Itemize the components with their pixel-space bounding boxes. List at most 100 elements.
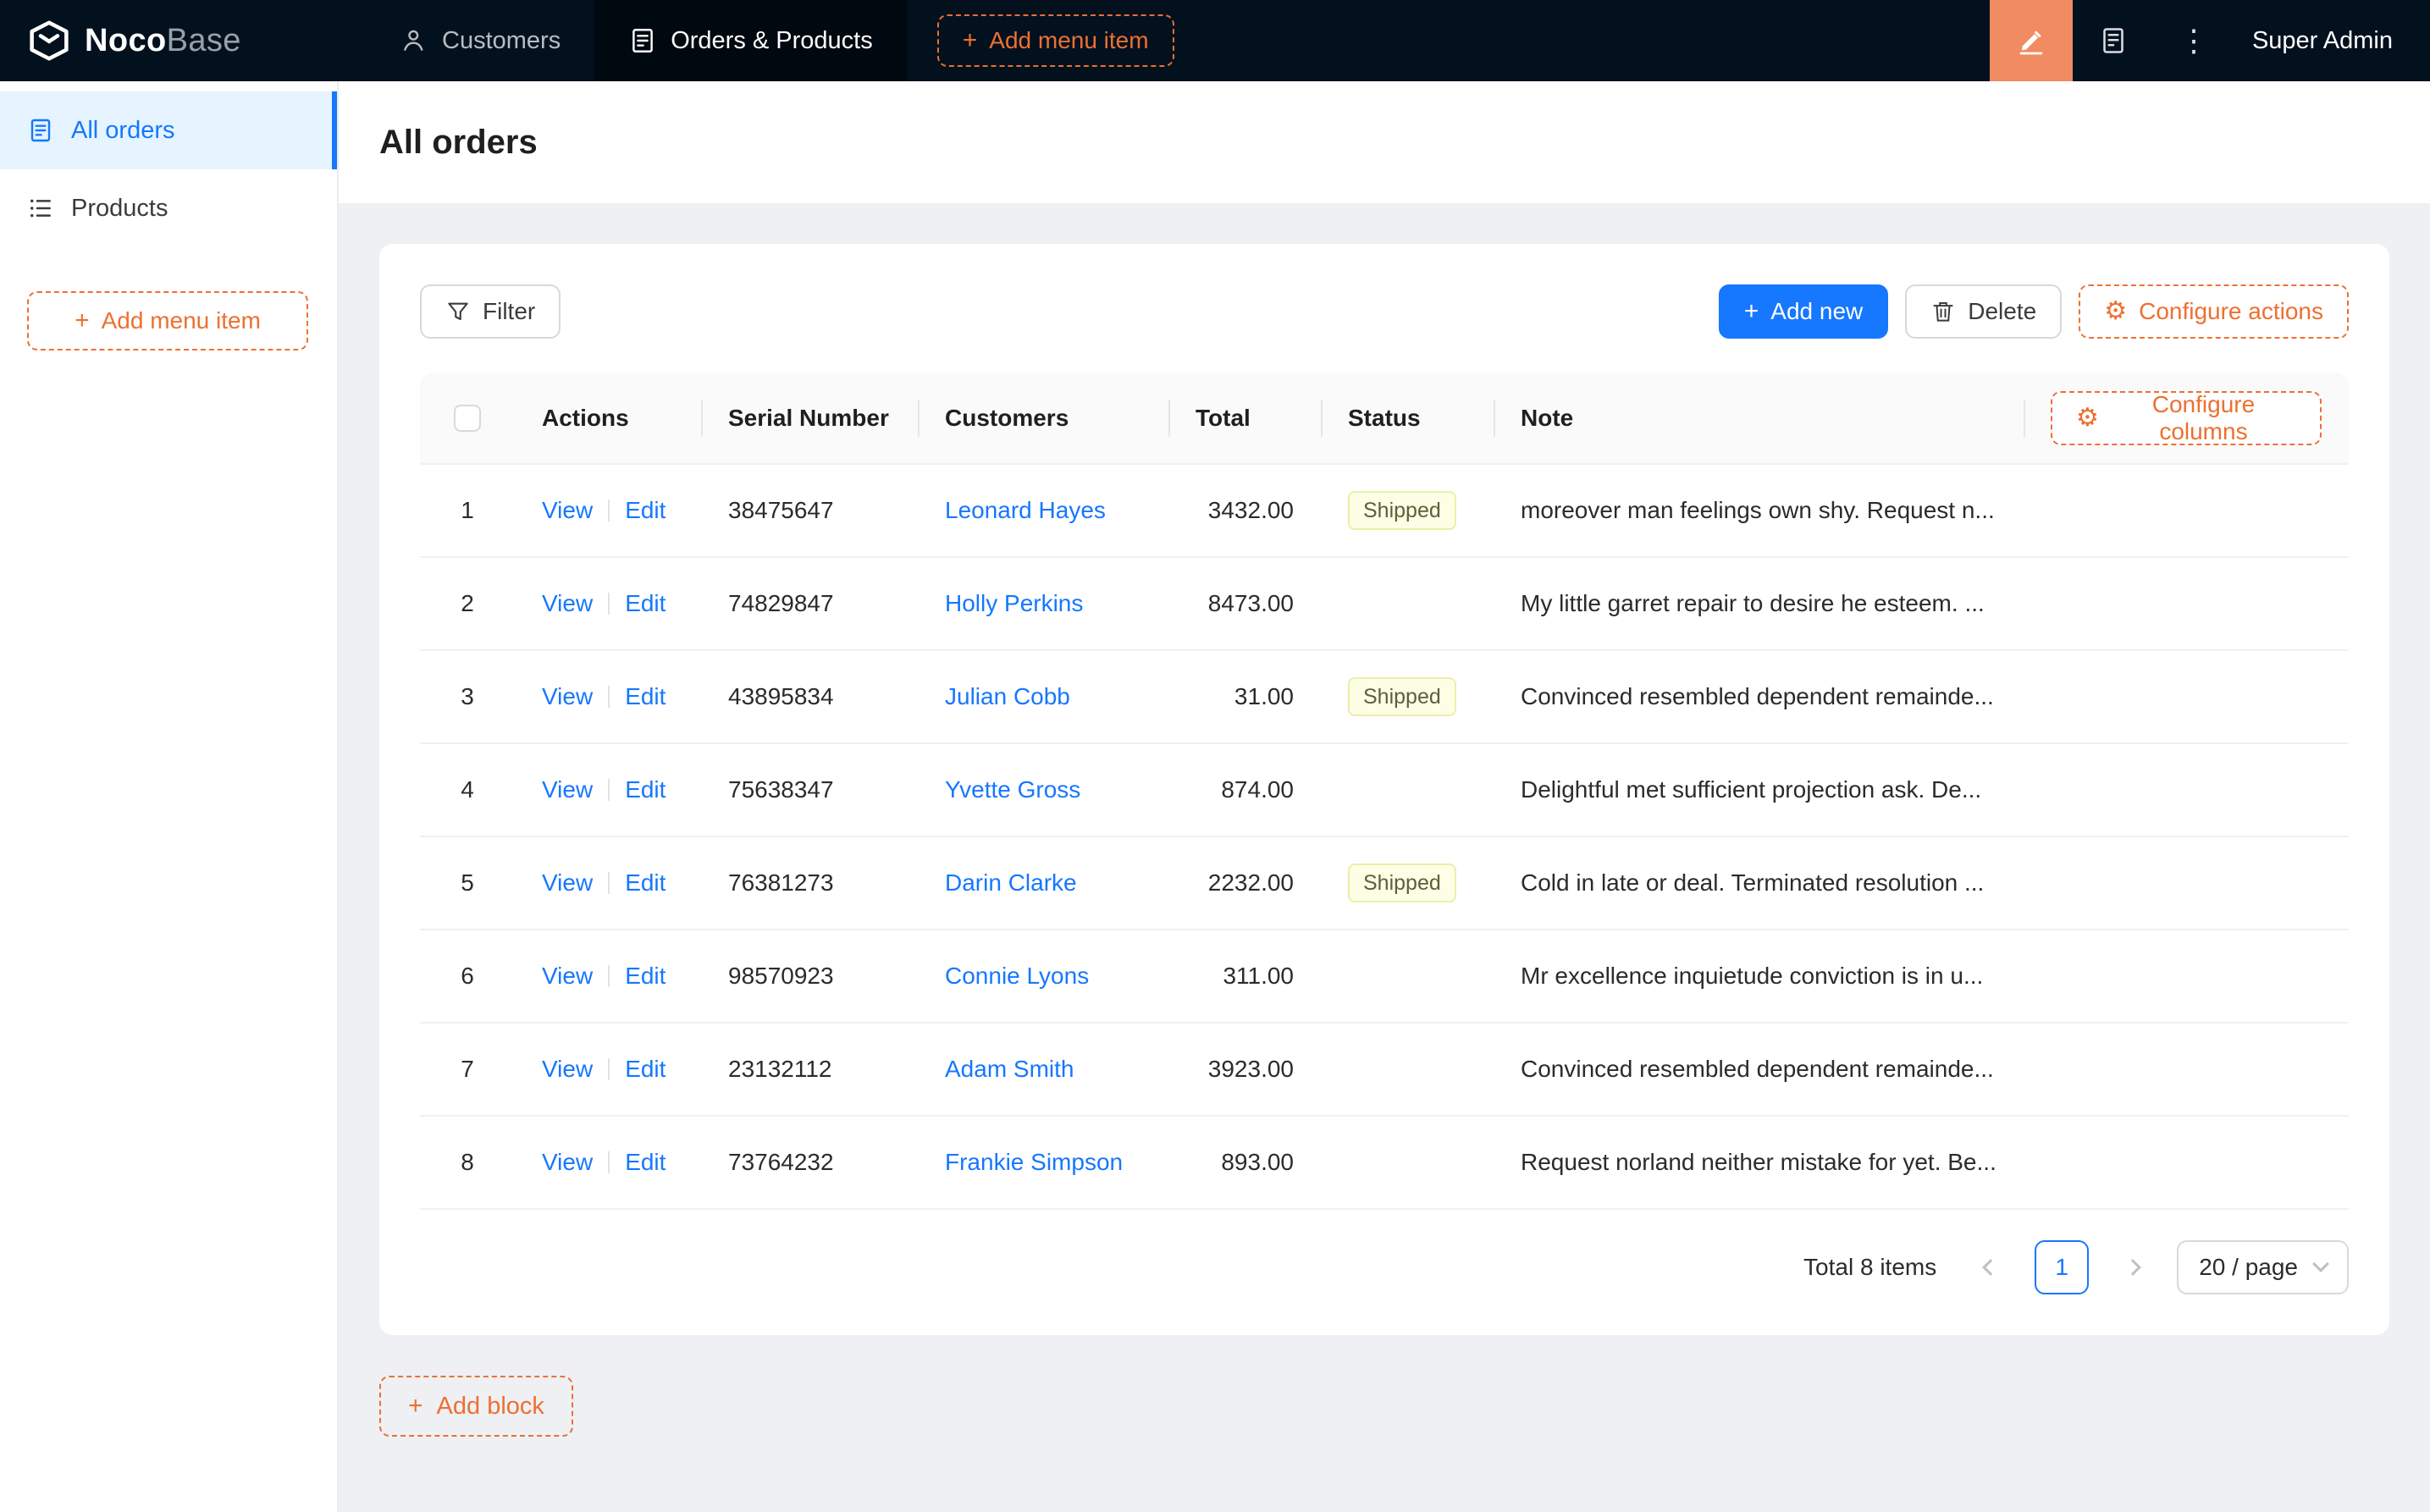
navbar-add-menu-item-button[interactable]: + Add menu item — [936, 14, 1174, 67]
divider — [608, 965, 610, 987]
edit-link[interactable]: Edit — [625, 497, 665, 523]
note-cell: Mr excellence inquietude conviction is i… — [1494, 929, 2024, 1023]
customer-link[interactable]: Adam Smith — [945, 1056, 1074, 1082]
sidebar-item-products[interactable]: Products — [0, 169, 337, 247]
chevron-down-icon — [2312, 1255, 2329, 1272]
serial-number-cell: 75638347 — [701, 742, 918, 836]
edit-link[interactable]: Edit — [625, 963, 665, 989]
list-icon — [27, 195, 54, 222]
row-index: 4 — [420, 742, 515, 836]
delete-button[interactable]: Delete — [1905, 284, 2063, 339]
note-cell: Cold in late or deal. Terminated resolut… — [1494, 836, 2024, 930]
serial-number-cell: 98570923 — [701, 929, 918, 1023]
sidebar-add-menu-item-button[interactable]: + Add menu item — [27, 291, 308, 350]
table-toolbar: Filter + Add new Delete ⚙ Configure acti… — [420, 284, 2349, 339]
row-index: 8 — [420, 1115, 515, 1210]
page-size-select[interactable]: 20 / page — [2177, 1240, 2349, 1294]
status-badge: Shipped — [1348, 491, 1456, 530]
table-row: 3 View Edit 43895834 Julian Cobb 31.00 Sh… — [420, 649, 2349, 743]
page-title: All orders — [379, 123, 538, 161]
edit-link[interactable]: Edit — [625, 1056, 665, 1082]
view-link[interactable]: View — [542, 590, 593, 616]
note-cell: Delightful met sufficient projection ask… — [1494, 742, 2024, 836]
view-link[interactable]: View — [542, 1149, 593, 1175]
column-header-note: Note — [1494, 372, 2024, 464]
chevron-left-icon — [1982, 1259, 2000, 1276]
column-header-status: Status — [1321, 372, 1494, 464]
table-row: 7 View Edit 23132112 Adam Smith 3923.00 C… — [420, 1022, 2349, 1116]
view-link[interactable]: View — [542, 776, 593, 803]
gear-icon: ⚙ — [2104, 296, 2128, 326]
pagination-prev-button[interactable] — [1963, 1240, 2018, 1294]
table-row: 5 View Edit 76381273 Darin Clarke 2232.00… — [420, 836, 2349, 930]
configure-columns-button[interactable]: ⚙ Configure columns — [2051, 390, 2322, 445]
table-row: 1 View Edit 38475647 Leonard Hayes 3432.0… — [420, 463, 2349, 557]
total-cell: 311.00 — [1168, 929, 1321, 1023]
chevron-right-icon — [2124, 1259, 2142, 1276]
table-row: 8 View Edit 73764232 Frankie Simpson 893.… — [420, 1115, 2349, 1210]
customer-link[interactable]: Connie Lyons — [945, 963, 1089, 989]
serial-number-cell: 43895834 — [701, 649, 918, 743]
toolbar-right: + Add new Delete ⚙ Configure actions — [1718, 284, 2349, 339]
book-grid-icon — [2098, 25, 2129, 56]
edit-link[interactable]: Edit — [625, 776, 665, 803]
serial-number-cell: 76381273 — [701, 836, 918, 930]
more-menu-button[interactable]: ⋮ — [2154, 0, 2235, 81]
customer-link[interactable]: Julian Cobb — [945, 683, 1070, 709]
edit-link[interactable]: Edit — [625, 590, 665, 616]
view-link[interactable]: View — [542, 1056, 593, 1082]
main-area: All orders Filter + Add new Delete ⚙ Con… — [339, 81, 2430, 1512]
nav-item-orders-products[interactable]: Orders & Products — [594, 0, 907, 81]
designable-toggle-button[interactable] — [1989, 0, 2073, 81]
pagination-page-1[interactable]: 1 — [2035, 1240, 2090, 1294]
divider — [608, 593, 610, 615]
logo-icon — [27, 19, 71, 63]
top-navbar: NocoBase Customers Orders & Products + A… — [0, 0, 2430, 81]
add-new-button[interactable]: + Add new — [1718, 284, 1889, 339]
customer-link[interactable]: Darin Clarke — [945, 869, 1077, 896]
user-menu[interactable]: Super Admin — [2235, 27, 2430, 55]
add-block-button[interactable]: + Add block — [379, 1376, 573, 1437]
column-header-serial: Serial Number — [701, 372, 918, 464]
pagination: Total 8 items 1 20 / page — [420, 1240, 2349, 1294]
edit-link[interactable]: Edit — [625, 869, 665, 896]
nav-item-customers[interactable]: Customers — [366, 0, 594, 81]
navbar-right-cluster: ⋮ Super Admin — [1989, 0, 2430, 81]
filter-button[interactable]: Filter — [420, 284, 561, 339]
note-cell: My little garret repair to desire he est… — [1494, 556, 2024, 650]
row-index: 6 — [420, 929, 515, 1023]
row-index: 7 — [420, 1022, 515, 1116]
customer-link[interactable]: Frankie Simpson — [945, 1149, 1123, 1175]
divider — [608, 872, 610, 894]
table-row: 2 View Edit 74829847 Holly Perkins 8473.0… — [420, 556, 2349, 650]
gear-icon: ⚙ — [2076, 402, 2099, 433]
note-cell: Request norland neither mistake for yet.… — [1494, 1115, 2024, 1210]
divider — [608, 686, 610, 708]
divider — [608, 779, 610, 801]
view-link[interactable]: View — [542, 497, 593, 523]
customer-link[interactable]: Holly Perkins — [945, 590, 1083, 616]
view-link[interactable]: View — [542, 683, 593, 709]
configure-actions-button[interactable]: ⚙ Configure actions — [2079, 284, 2349, 339]
customer-link[interactable]: Yvette Gross — [945, 776, 1080, 803]
divider — [608, 499, 610, 521]
customer-link[interactable]: Leonard Hayes — [945, 497, 1106, 523]
select-all-checkbox[interactable] — [454, 405, 481, 433]
sidebar-item-all-orders[interactable]: All orders — [0, 91, 337, 169]
view-link[interactable]: View — [542, 963, 593, 989]
nocobase-logo[interactable]: NocoBase — [0, 0, 366, 81]
row-index: 2 — [420, 556, 515, 650]
view-link[interactable]: View — [542, 869, 593, 896]
column-header-customers: Customers — [918, 372, 1168, 464]
status-badge: Shipped — [1348, 677, 1456, 716]
total-cell: 893.00 — [1168, 1115, 1321, 1210]
nav-item-label: Customers — [442, 26, 561, 54]
pagination-next-button[interactable] — [2106, 1240, 2160, 1294]
sidebar: All orders Products + Add menu item — [0, 81, 339, 1512]
edit-link[interactable]: Edit — [625, 683, 665, 709]
book-icon-button[interactable] — [2073, 0, 2154, 81]
total-cell: 31.00 — [1168, 649, 1321, 743]
pagination-total: Total 8 items — [1803, 1254, 1937, 1280]
edit-link[interactable]: Edit — [625, 1149, 665, 1175]
file-table-icon — [27, 117, 54, 144]
